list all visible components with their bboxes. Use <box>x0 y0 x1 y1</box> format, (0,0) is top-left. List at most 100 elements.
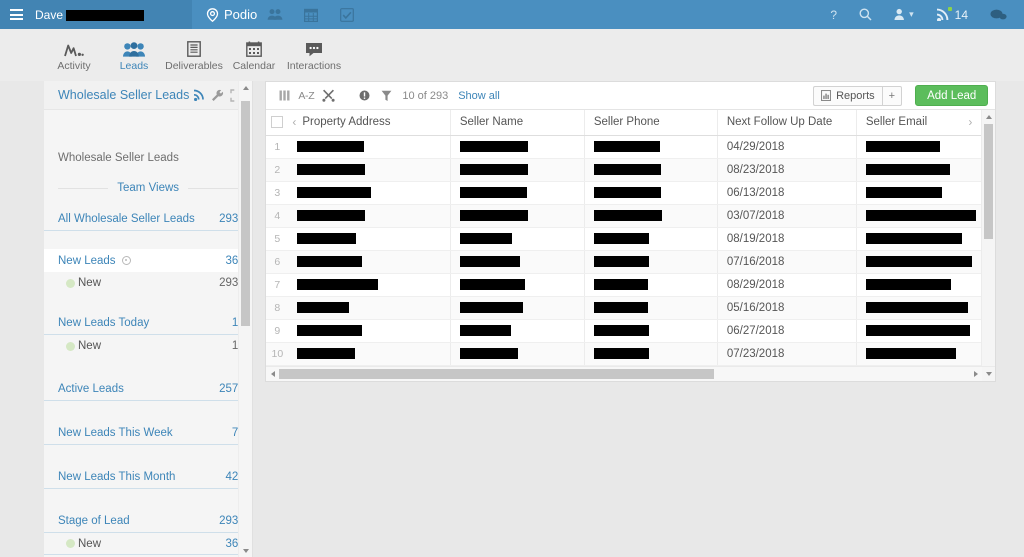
cell-property-address[interactable] <box>288 135 451 159</box>
cell-property-address[interactable] <box>288 273 451 297</box>
scroll-up-arrow-icon[interactable] <box>982 110 995 123</box>
cell-next-follow-up-date[interactable]: 06/27/2018 <box>717 319 857 343</box>
scroll-right-arrow-icon[interactable] <box>969 367 982 381</box>
cell-seller-name[interactable] <box>450 319 585 343</box>
scroll-left-arrow-icon[interactable] <box>266 367 279 381</box>
cell-seller-phone[interactable] <box>584 250 718 274</box>
cell-seller-email[interactable] <box>856 296 982 320</box>
nav-item-leads[interactable]: Leads <box>104 38 164 72</box>
cell-next-follow-up-date[interactable]: 07/23/2018 <box>717 342 857 366</box>
cell-seller-name[interactable] <box>450 250 585 274</box>
cell-seller-name[interactable] <box>450 227 585 251</box>
cell-next-follow-up-date[interactable]: 08/23/2018 <box>717 158 857 182</box>
reports-button[interactable]: Reports <box>813 85 882 106</box>
cell-property-address[interactable] <box>288 250 451 274</box>
cell-next-follow-up-date[interactable]: 05/16/2018 <box>717 296 857 320</box>
sidebar-item-new-leads-this-week[interactable]: New Leads This Week 7 <box>44 422 253 445</box>
nav-item-activity[interactable]: Activity <box>44 38 104 72</box>
cell-seller-name[interactable] <box>450 204 585 228</box>
column-header-next-follow-up-date[interactable]: Next Follow Up Date <box>717 110 857 136</box>
cell-property-address[interactable] <box>288 227 451 251</box>
account-menu-button[interactable]: ▾ <box>883 0 925 29</box>
calendar-grid-icon[interactable] <box>293 0 329 29</box>
chevron-right-icon[interactable]: › <box>968 115 972 129</box>
filter-badge-icon[interactable] <box>353 83 375 109</box>
chevron-left-icon[interactable]: ‹ <box>292 115 296 129</box>
sidebar-subitem-new[interactable]: New 293 <box>44 272 252 294</box>
sidebar-item-new-leads-today[interactable]: New Leads Today 1 <box>44 312 253 335</box>
column-header-seller-email[interactable]: Seller Email › <box>856 110 982 136</box>
show-all-link[interactable]: Show all <box>458 90 500 102</box>
reports-add-button[interactable]: + <box>881 85 903 106</box>
sidebar-item-new-leads[interactable]: New Leads 36 <box>44 249 253 272</box>
user-name[interactable]: Dave <box>35 8 145 22</box>
hamburger-menu-icon[interactable] <box>10 9 23 20</box>
add-lead-button[interactable]: Add Lead <box>915 85 989 106</box>
cell-seller-name[interactable] <box>450 135 585 159</box>
table-row[interactable]: 8 05/16/2018 <box>266 296 982 320</box>
cell-property-address[interactable] <box>288 319 451 343</box>
nav-item-deliverables[interactable]: Deliverables <box>164 38 224 72</box>
tasks-check-icon[interactable] <box>329 0 365 29</box>
wrench-icon[interactable] <box>208 85 227 105</box>
cell-seller-phone[interactable] <box>584 273 718 297</box>
cell-seller-phone[interactable] <box>584 296 718 320</box>
select-all-header[interactable] <box>266 110 289 136</box>
cell-seller-email[interactable] <box>856 342 982 366</box>
table-row[interactable]: 4 03/07/2018 <box>266 204 982 228</box>
cell-next-follow-up-date[interactable]: 08/19/2018 <box>717 227 857 251</box>
cell-next-follow-up-date[interactable]: 04/29/2018 <box>717 135 857 159</box>
cell-property-address[interactable] <box>288 158 451 182</box>
sidebar-app-title[interactable]: Wholesale Seller Leads <box>58 88 189 102</box>
podio-brand[interactable]: Podio <box>206 7 257 22</box>
cell-seller-name[interactable] <box>450 342 585 366</box>
cell-next-follow-up-date[interactable]: 03/07/2018 <box>717 204 857 228</box>
cell-seller-email[interactable] <box>856 135 982 159</box>
sidebar-item-stage-of-lead[interactable]: Stage of Lead 293 <box>44 510 253 533</box>
sidebar-item-new-leads-this-month[interactable]: New Leads This Month 42 <box>44 466 253 489</box>
tools-icon[interactable] <box>317 83 339 109</box>
sidebar-subitem-stage-new[interactable]: New 36 <box>44 533 253 555</box>
cell-seller-name[interactable] <box>450 181 585 205</box>
cell-seller-email[interactable] <box>856 158 982 182</box>
cell-seller-email[interactable] <box>856 181 982 205</box>
cell-seller-name[interactable] <box>450 273 585 297</box>
cell-property-address[interactable] <box>288 181 451 205</box>
rss-icon[interactable] <box>189 85 208 105</box>
cell-seller-phone[interactable] <box>584 158 718 182</box>
checkbox-icon[interactable] <box>271 116 284 129</box>
cell-next-follow-up-date[interactable]: 06/13/2018 <box>717 181 857 205</box>
nav-item-interactions[interactable]: Interactions <box>284 38 344 72</box>
funnel-icon[interactable] <box>375 83 397 109</box>
column-header-seller-phone[interactable]: Seller Phone <box>584 110 718 136</box>
cell-next-follow-up-date[interactable]: 08/29/2018 <box>717 273 857 297</box>
sidebar-scrollbar[interactable] <box>238 81 253 557</box>
table-horizontal-scrollbar[interactable] <box>266 365 996 381</box>
sidebar-item-active-leads[interactable]: Active Leads 257 <box>44 378 253 401</box>
nav-item-calendar[interactable]: Calendar <box>224 38 284 72</box>
table-row[interactable]: 7 08/29/2018 <box>266 273 982 297</box>
cell-seller-phone[interactable] <box>584 204 718 228</box>
search-button[interactable] <box>848 0 883 29</box>
hscroll-thumb[interactable] <box>279 368 715 379</box>
table-row[interactable]: 2 08/23/2018 <box>266 158 982 182</box>
notifications-button[interactable]: 14 <box>925 0 979 29</box>
table-vertical-scrollbar[interactable] <box>981 110 996 366</box>
cell-next-follow-up-date[interactable]: 07/16/2018 <box>717 250 857 274</box>
chat-button[interactable] <box>979 0 1018 29</box>
table-row[interactable]: 5 08/19/2018 <box>266 227 982 251</box>
cell-property-address[interactable] <box>288 204 451 228</box>
cell-seller-phone[interactable] <box>584 181 718 205</box>
column-header-property-address[interactable]: ‹ Property Address <box>288 110 451 136</box>
help-button[interactable]: ? <box>819 0 848 29</box>
columns-icon[interactable] <box>273 83 295 109</box>
cell-seller-phone[interactable] <box>584 135 718 159</box>
cell-property-address[interactable] <box>288 296 451 320</box>
cell-seller-email[interactable] <box>856 273 982 297</box>
cell-seller-email[interactable] <box>856 250 982 274</box>
scroll-down-arrow-icon[interactable] <box>982 366 996 381</box>
cell-seller-email[interactable] <box>856 319 982 343</box>
cell-seller-email[interactable] <box>856 204 982 228</box>
cell-seller-name[interactable] <box>450 158 585 182</box>
table-row[interactable]: 1 04/29/2018 <box>266 135 982 159</box>
